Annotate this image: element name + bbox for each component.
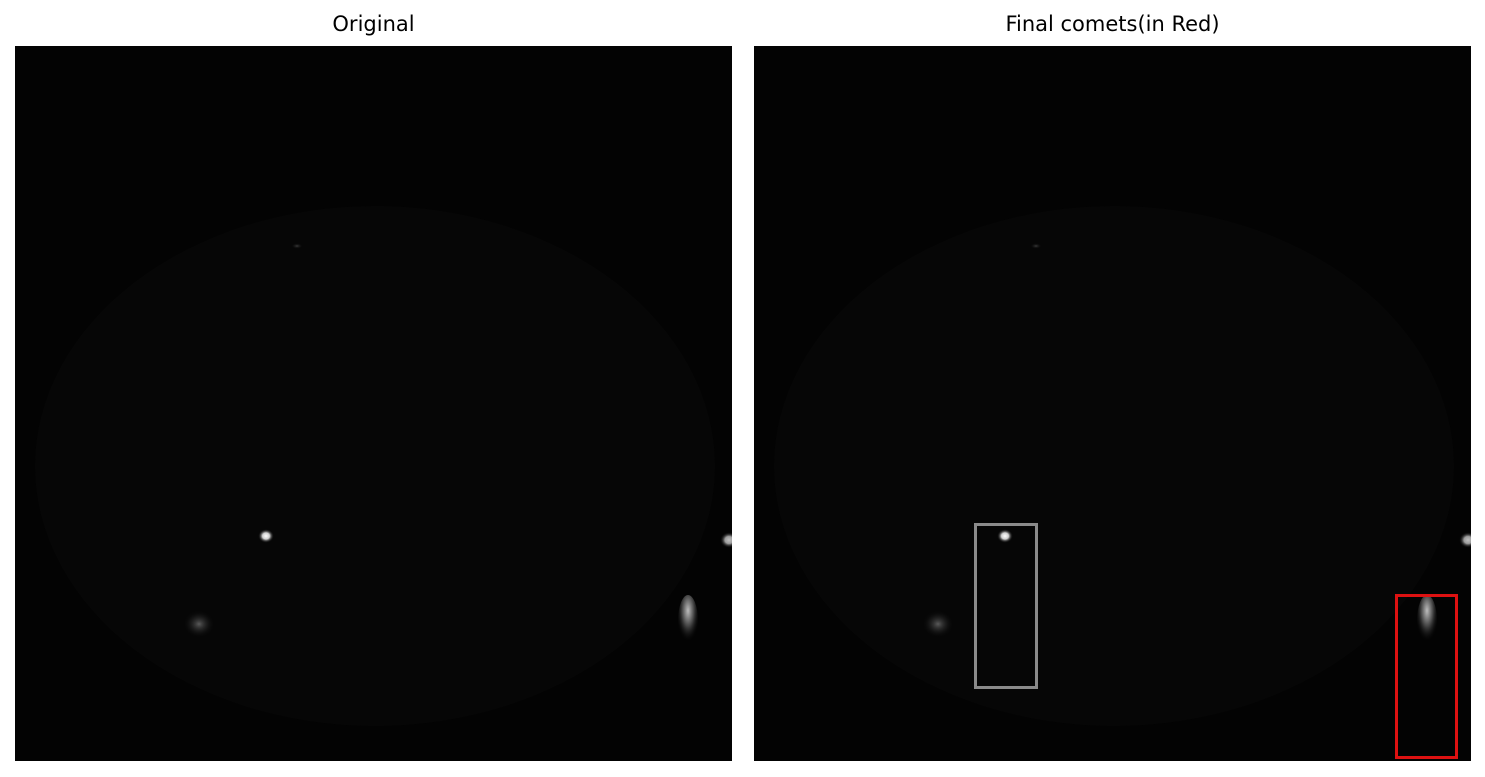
faint-cell — [1030, 243, 1042, 249]
original-image — [15, 46, 732, 761]
bright-cell — [997, 529, 1013, 543]
final-comets-image — [754, 46, 1471, 761]
original-image-panel — [15, 46, 732, 761]
panel-title-final-comets: Final comets(in Red) — [1005, 12, 1220, 36]
bright-cell — [258, 529, 274, 543]
final-comets-image-panel — [754, 46, 1471, 761]
comet-cell-left — [922, 610, 954, 638]
comet-cell-right — [678, 595, 698, 647]
comet-cell-left — [183, 610, 215, 638]
comet-cell-right — [1417, 595, 1437, 647]
panel-title-original: Original — [332, 12, 415, 36]
faint-cell — [291, 243, 303, 249]
